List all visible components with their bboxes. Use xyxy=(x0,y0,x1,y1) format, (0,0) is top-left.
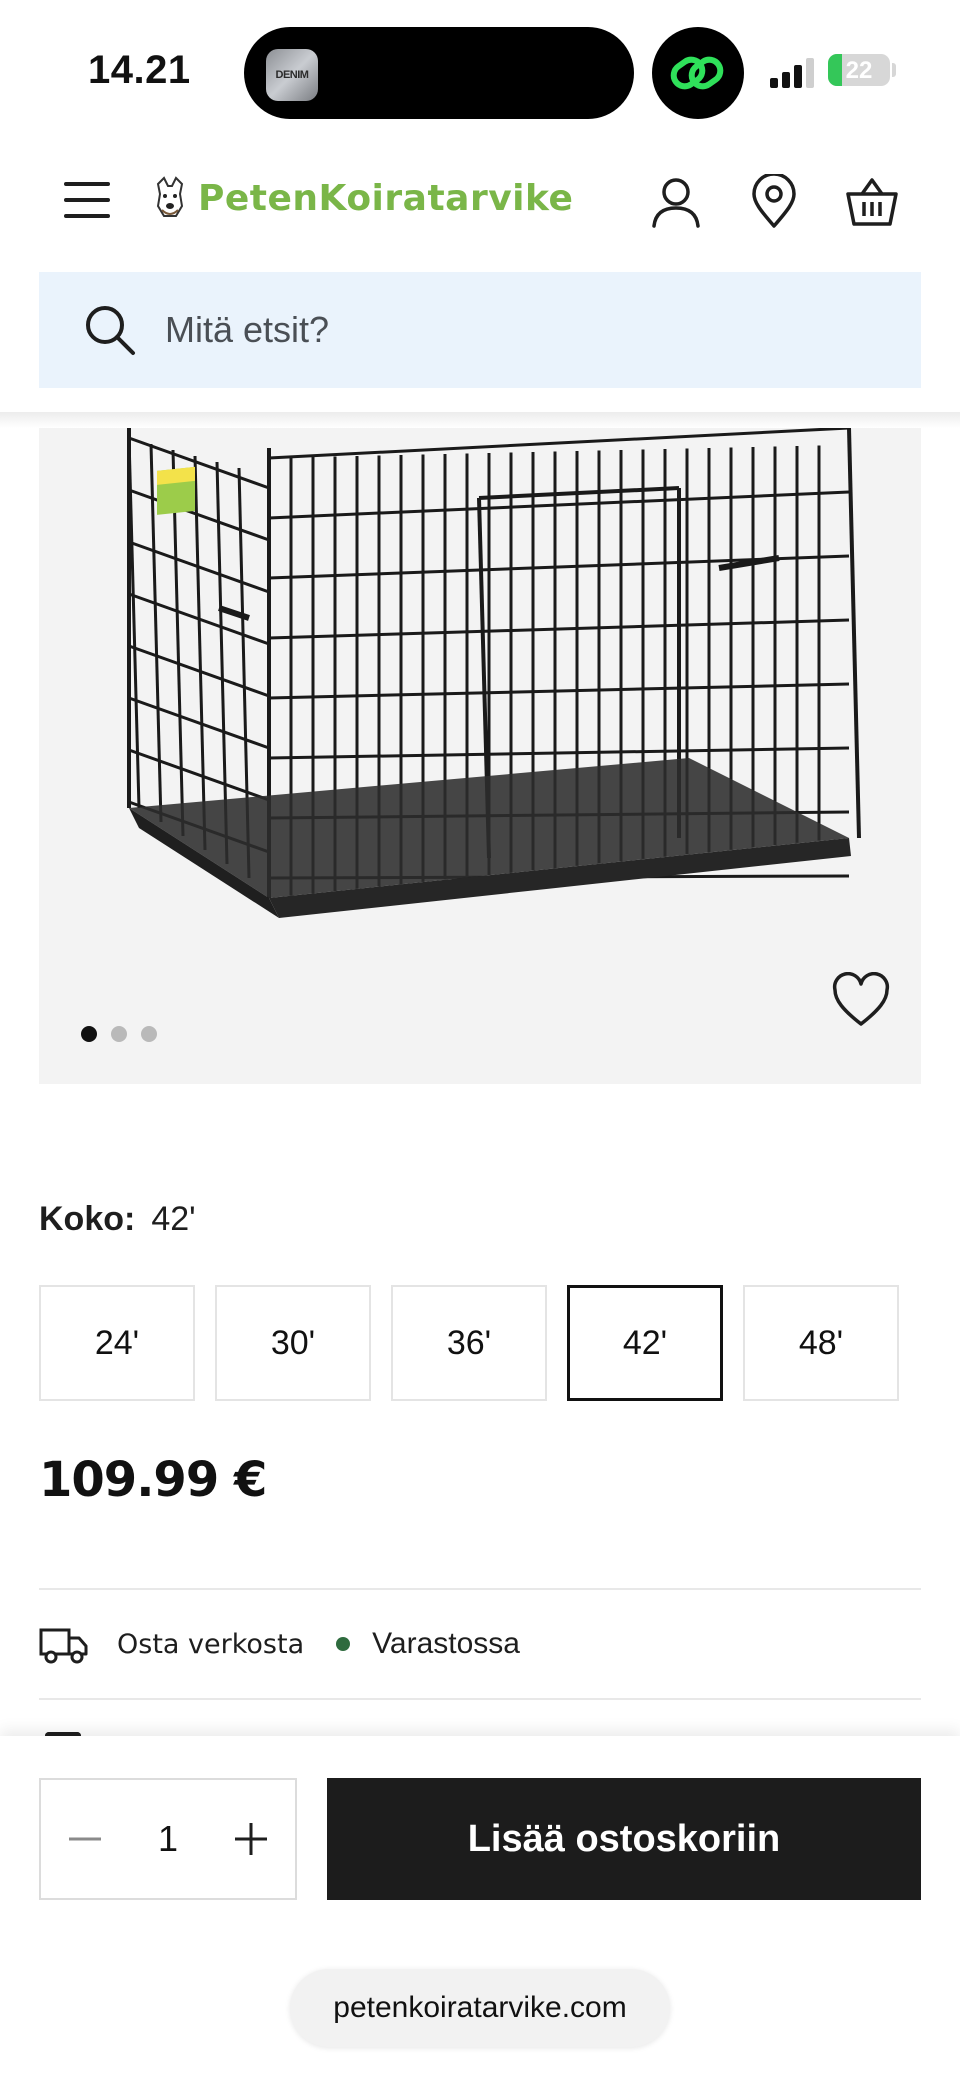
account-icon[interactable] xyxy=(648,174,704,230)
browser-url-bar[interactable]: petenkoiratarvike.com xyxy=(290,1969,670,2047)
size-selected-value: 42' xyxy=(151,1200,196,1238)
quantity-stepper: 1 xyxy=(39,1778,297,1900)
search-placeholder: Mitä etsit? xyxy=(165,309,330,350)
divider xyxy=(39,1698,921,1700)
status-bar: 14.21 DENIM 22 xyxy=(0,0,960,140)
basket-icon[interactable] xyxy=(844,174,900,230)
size-option-48[interactable]: 48' xyxy=(743,1285,899,1401)
search-icon xyxy=(86,306,135,355)
battery-level: 22 xyxy=(845,57,873,84)
search-input[interactable]: Mitä etsit? xyxy=(39,272,921,388)
add-to-cart-button[interactable]: Lisää ostoskoriin xyxy=(327,1778,921,1900)
site-header: PetenKoiratarvike xyxy=(0,140,960,268)
gallery-dot-1[interactable] xyxy=(81,1026,97,1042)
delivery-truck-icon xyxy=(39,1628,88,1664)
divider xyxy=(39,1588,921,1590)
status-time: 14.21 xyxy=(88,48,191,92)
availability-row: Osta verkosta Varastossa xyxy=(39,1620,520,1668)
product-image-gallery[interactable] xyxy=(39,428,921,1084)
product-price: 109.99 € xyxy=(39,1452,267,1508)
hamburger-menu-icon[interactable] xyxy=(64,182,110,220)
dog-crate-image xyxy=(127,428,861,918)
battery-cap xyxy=(892,63,896,77)
plus-icon[interactable] xyxy=(229,1817,273,1861)
store-location-icon[interactable] xyxy=(746,174,802,230)
stock-status-dot xyxy=(336,1637,351,1651)
brand-name: PetenKoiratarvike xyxy=(198,177,574,219)
size-option-24[interactable]: 24' xyxy=(39,1285,195,1401)
size-option-30[interactable]: 30' xyxy=(215,1285,371,1401)
cellular-signal-icon xyxy=(770,58,814,88)
size-label: Koko: 42' xyxy=(39,1200,196,1239)
terrier-logo-icon xyxy=(156,176,184,217)
stock-status: Varastossa xyxy=(372,1627,520,1660)
gallery-dot-3[interactable] xyxy=(141,1026,157,1042)
link-app-icon xyxy=(652,27,744,119)
favorite-heart-icon[interactable] xyxy=(831,972,891,1028)
island-app-icon: DENIM xyxy=(266,49,318,101)
site-logo[interactable]: PetenKoiratarvike xyxy=(152,176,573,220)
size-label-key: Koko: xyxy=(39,1200,136,1238)
sticky-cart-bar: 1 Lisää ostoskoriin petenkoiratarvike.co… xyxy=(0,1736,960,2081)
gallery-pagination xyxy=(81,1026,157,1042)
purchase-channel: Osta verkosta xyxy=(117,1628,305,1660)
dynamic-island: DENIM xyxy=(244,27,634,119)
minus-icon[interactable] xyxy=(63,1817,107,1861)
size-options: 24' 30' 36' 42' 48' xyxy=(39,1285,899,1401)
battery-icon: 22 xyxy=(828,54,890,86)
quantity-value[interactable]: 1 xyxy=(128,1818,208,1860)
header-shadow xyxy=(0,412,960,428)
size-option-36[interactable]: 36' xyxy=(391,1285,547,1401)
gallery-dot-2[interactable] xyxy=(111,1026,127,1042)
size-option-42[interactable]: 42' xyxy=(567,1285,723,1401)
